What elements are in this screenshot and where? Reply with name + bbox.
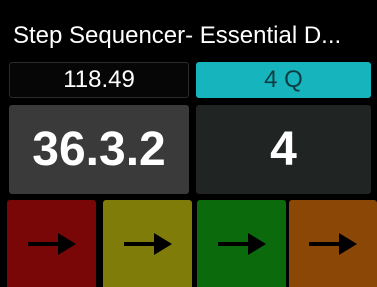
- position-display: 36.3.2: [9, 105, 189, 194]
- pad-1[interactable]: [7, 200, 96, 287]
- steps-value: 4: [270, 123, 297, 176]
- arrow-right-icon: [123, 232, 172, 255]
- sequencer-screen: Step Sequencer- Essential D... 118.49 4 …: [0, 0, 377, 287]
- tempo-value: 118.49: [63, 66, 135, 93]
- page-title: Step Sequencer- Essential D...: [13, 22, 342, 49]
- steps-display: 4: [196, 105, 371, 194]
- arrow-right-icon: [217, 232, 266, 255]
- arrow-right-icon: [27, 232, 76, 255]
- quantize-button[interactable]: 4 Q: [196, 62, 371, 98]
- quantize-value: 4 Q: [264, 66, 303, 93]
- position-value: 36.3.2: [32, 123, 166, 176]
- arrow-right-icon: [309, 232, 357, 255]
- tempo-display[interactable]: 118.49: [9, 62, 189, 98]
- pad-4[interactable]: [289, 200, 377, 287]
- pad-3[interactable]: [197, 200, 286, 287]
- pad-2[interactable]: [103, 200, 192, 287]
